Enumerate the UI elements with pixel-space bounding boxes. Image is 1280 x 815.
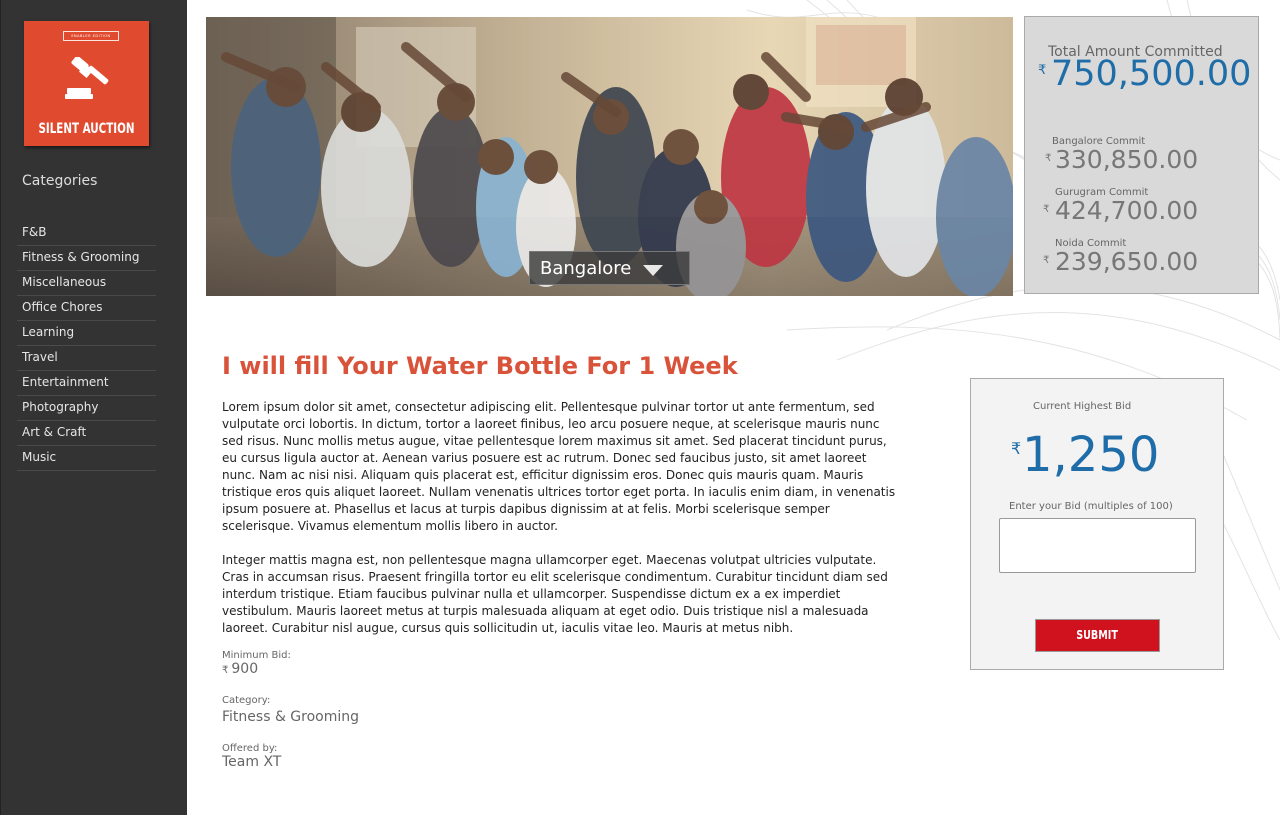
- rupee-icon: ₹: [1011, 439, 1022, 458]
- category-item-miscellaneous[interactable]: Miscellaneous: [17, 271, 156, 296]
- sidebar: ENABLER EDITION SILENT AUCTION Categorie…: [0, 0, 187, 815]
- minimum-bid-label: Minimum Bid:: [222, 650, 291, 661]
- category-item-travel[interactable]: Travel: [17, 346, 156, 371]
- category-item-office-chores[interactable]: Office Chores: [17, 296, 156, 321]
- item-title: I will fill Your Water Bottle For 1 Week: [222, 352, 738, 380]
- silent-auction-logo[interactable]: ENABLER EDITION SILENT AUCTION: [24, 21, 149, 146]
- minimum-bid-amount: 900: [231, 661, 259, 677]
- description-paragraph: Integer mattis magna est, non pellentesq…: [222, 553, 888, 635]
- category-item-art-craft[interactable]: Art & Craft: [17, 421, 156, 446]
- categories-heading: Categories: [22, 173, 98, 189]
- rupee-icon: ₹: [1043, 204, 1050, 215]
- logo-badge: ENABLER EDITION: [63, 31, 119, 41]
- submit-button[interactable]: SUBMIT: [1035, 619, 1160, 652]
- category-item-fitness-grooming[interactable]: Fitness & Grooming: [17, 246, 156, 271]
- logo-title: SILENT AUCTION: [38, 121, 135, 137]
- description-paragraph: Lorem ipsum dolor sit amet, consectetur …: [222, 400, 896, 533]
- rupee-icon: ₹: [222, 665, 229, 676]
- category-item-music[interactable]: Music: [17, 446, 156, 471]
- category-list: F&B Fitness & Grooming Miscellaneous Off…: [17, 221, 156, 471]
- hero-photo: Bangalore: [206, 17, 1013, 296]
- rupee-icon: ₹: [1038, 63, 1047, 78]
- noida-commit-value: 239,650.00: [1055, 247, 1199, 276]
- category-item-entertainment[interactable]: Entertainment: [17, 371, 156, 396]
- bid-panel: Current Highest Bid ₹ 1,250 Enter your B…: [970, 378, 1224, 670]
- city-select-dropdown[interactable]: Bangalore: [529, 251, 690, 285]
- offered-by-value: Team XT: [222, 754, 282, 770]
- category-item-learning[interactable]: Learning: [17, 321, 156, 346]
- bangalore-commit-value: 330,850.00: [1055, 145, 1199, 174]
- enter-bid-label: Enter your Bid (multiples of 100): [1009, 501, 1173, 512]
- submit-button-label: SUBMIT: [1076, 628, 1119, 642]
- total-committed-panel: Total Amount Committed ₹ 750,500.00 Bang…: [1024, 16, 1259, 294]
- gavel-icon: [65, 57, 109, 99]
- bid-input[interactable]: [999, 518, 1196, 573]
- gurugram-commit-value: 424,700.00: [1055, 196, 1199, 225]
- current-highest-bid-label: Current Highest Bid: [1033, 401, 1132, 412]
- category-label: Category:: [222, 695, 271, 706]
- category-item-fnb[interactable]: F&B: [17, 221, 156, 246]
- city-select-value: Bangalore: [540, 258, 632, 279]
- minimum-bid-value: ₹900: [222, 661, 258, 677]
- category-value: Fitness & Grooming: [222, 709, 360, 725]
- category-item-photography[interactable]: Photography: [17, 396, 156, 421]
- current-highest-bid-value: 1,250: [1022, 427, 1160, 483]
- rupee-icon: ₹: [1043, 255, 1050, 266]
- offered-by-label: Offered by:: [222, 743, 278, 754]
- rupee-icon: ₹: [1045, 153, 1052, 164]
- total-committed-value: 750,500.00: [1051, 54, 1252, 94]
- caret-down-icon: [643, 265, 663, 276]
- item-description: Lorem ipsum dolor sit amet, consectetur …: [222, 399, 900, 637]
